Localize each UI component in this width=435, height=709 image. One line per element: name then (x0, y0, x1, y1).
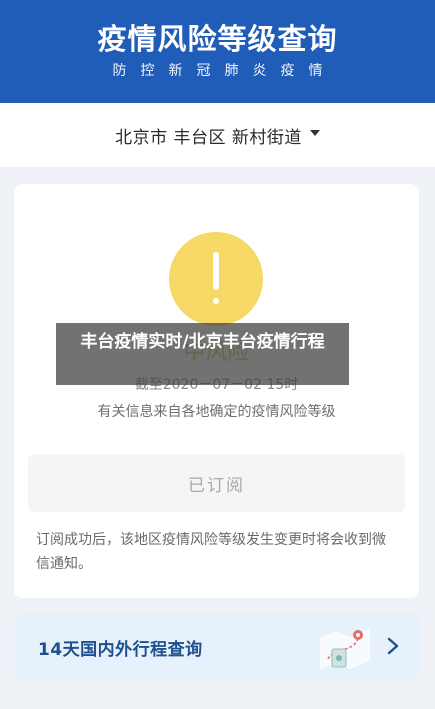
source-note: 有关信息来自各地确定的疫情风险等级 (97, 404, 336, 420)
itinerary-query-link[interactable]: 14天国内外行程查询 (14, 613, 419, 680)
risk-status-card: 中风险 截至2020－07－02 15时 有关信息来自各地确定的疫情风险等级 已… (14, 184, 419, 598)
subscribed-button[interactable]: 已订阅 (28, 454, 405, 512)
page-title: 疫情风险等级查询 (97, 22, 338, 56)
subscribe-note: 订阅成功后，该地区疫情风险等级发生变更时将会收到微信通知。 (36, 532, 386, 572)
watermark-overlay: 丰台疫情实时/北京丰台疫情行程 (56, 323, 349, 385)
chevron-right-icon (387, 637, 399, 655)
alert-icon (169, 232, 263, 326)
map-route-icon (320, 629, 370, 669)
app-header: 疫情风险等级查询 防控新冠肺炎疫情 (0, 0, 435, 103)
location-selector[interactable]: 北京市 丰台区 新村街道 (0, 103, 435, 167)
page-subtitle: 防控新冠肺炎疫情 (112, 63, 337, 79)
location-label: 北京市 丰台区 新村街道 (115, 127, 302, 148)
caret-down-icon (309, 130, 320, 136)
itinerary-label: 14天国内外行程查询 (38, 640, 203, 660)
